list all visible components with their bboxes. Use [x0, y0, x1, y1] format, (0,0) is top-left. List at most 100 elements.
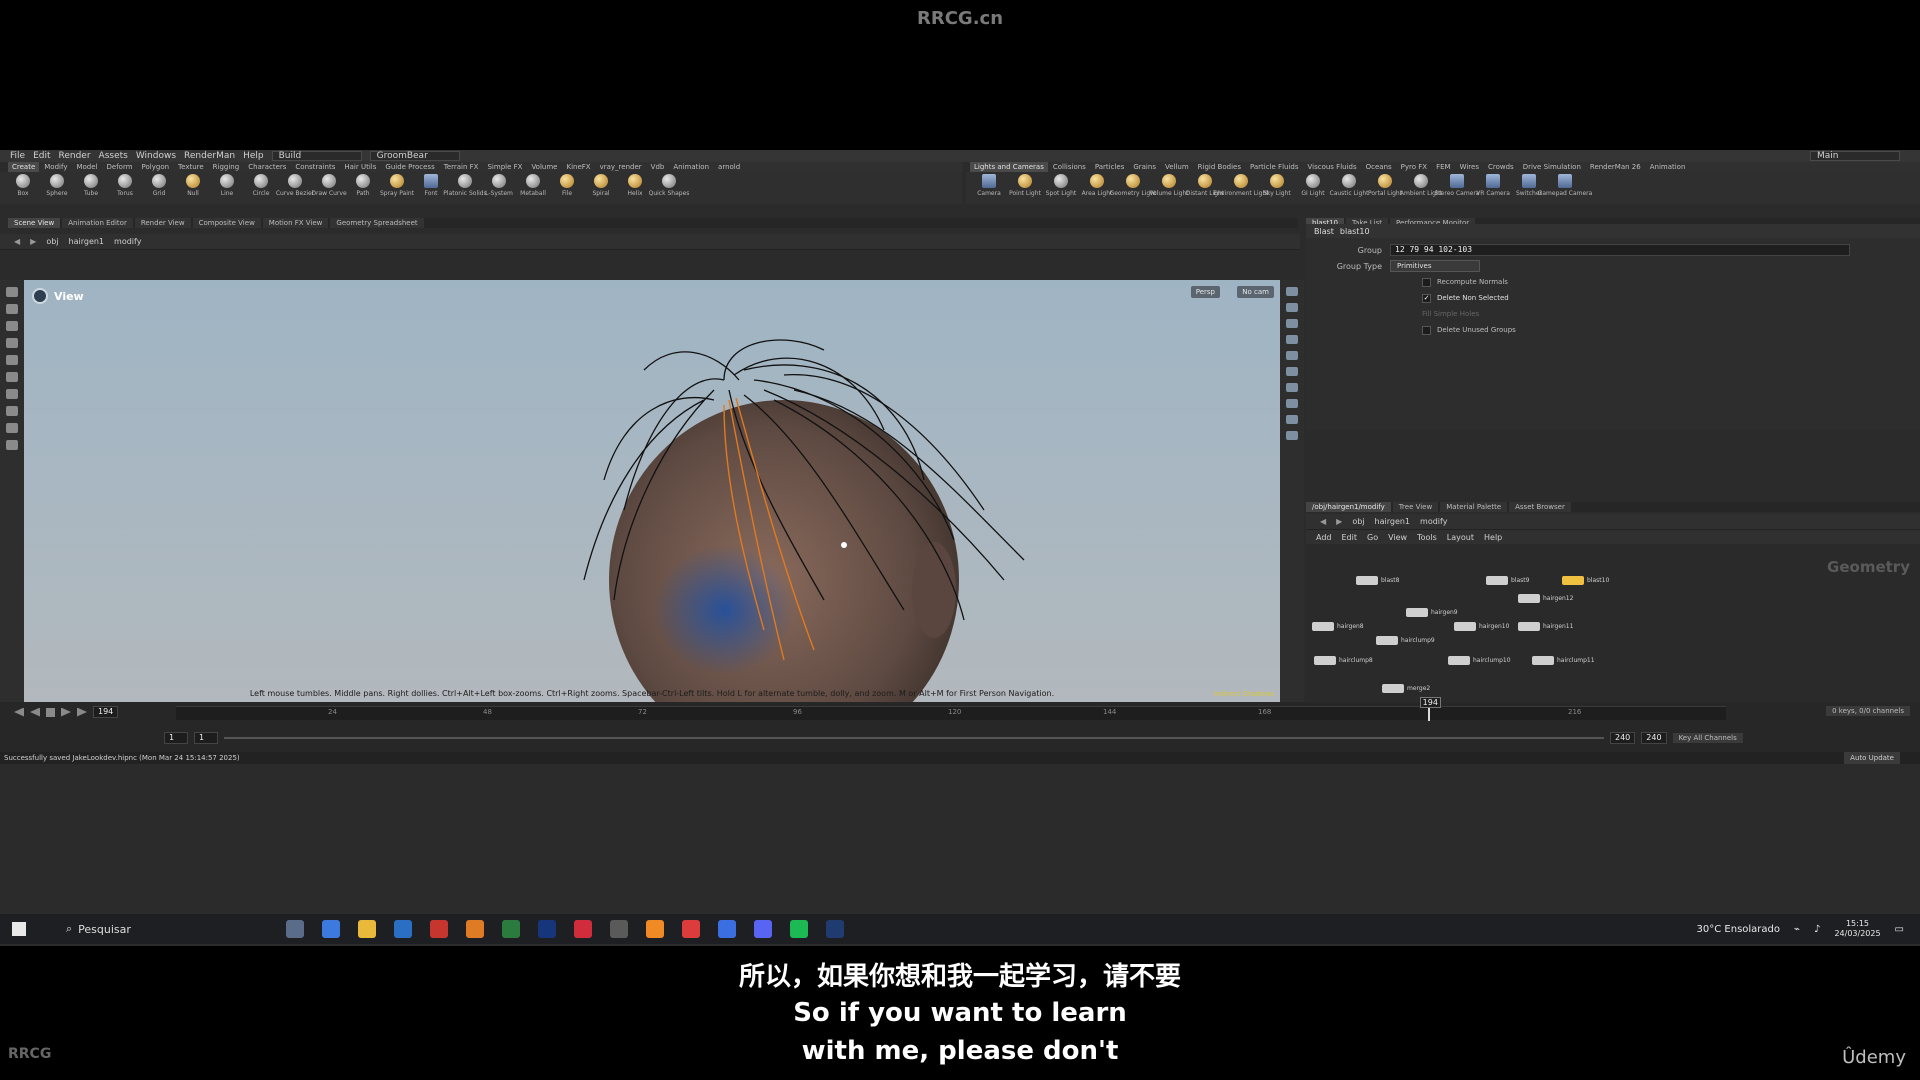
jump-start-icon[interactable]: [14, 708, 24, 717]
shelf-tab[interactable]: Wires: [1456, 162, 1483, 172]
shaded-icon[interactable]: [1286, 383, 1298, 392]
discord-icon[interactable]: [754, 920, 772, 938]
weather[interactable]: 30°C Ensolarado: [1697, 924, 1780, 935]
tool-file[interactable]: File: [552, 172, 582, 204]
back-arrow-icon[interactable]: ◀: [1320, 517, 1326, 526]
node-hairgen10[interactable]: hairgen10: [1454, 622, 1509, 631]
path-leaf[interactable]: modify: [114, 237, 141, 246]
blender-icon[interactable]: [646, 920, 664, 938]
scene-viewport[interactable]: View Persp No cam Left mouse tumbles. Mi…: [24, 280, 1280, 702]
app2-icon[interactable]: [682, 920, 700, 938]
tool-spot-light[interactable]: Spot Light: [1046, 172, 1076, 204]
net-menu-tools[interactable]: Tools: [1417, 533, 1437, 542]
task-view-icon[interactable]: [286, 920, 304, 938]
checkbox[interactable]: [1422, 277, 1431, 287]
start-frame-field-2[interactable]: 1: [194, 732, 218, 744]
shelf-tab[interactable]: arnold: [714, 162, 744, 172]
path-leaf[interactable]: modify: [1420, 517, 1447, 526]
shelf-tab[interactable]: RenderMan 26: [1586, 162, 1645, 172]
end-frame-field-2[interactable]: 240: [1641, 732, 1667, 744]
tool-gamepad-camera[interactable]: Gamepad Camera: [1538, 172, 1592, 204]
delete-non-selected-check[interactable]: ✓ Delete Non Selected: [1306, 290, 1920, 306]
scale-tool-icon[interactable]: [6, 338, 18, 348]
net-menu-help[interactable]: Help: [1484, 533, 1502, 542]
tab-composite-view[interactable]: Composite View: [192, 218, 261, 228]
shelf-tab[interactable]: Guide Process: [381, 162, 438, 172]
brush-tool-icon[interactable]: [6, 389, 18, 399]
tab-network[interactable]: /obj/hairgen1/modify: [1306, 502, 1391, 512]
shelf-tab[interactable]: Crowds: [1484, 162, 1518, 172]
tool-ambient-light[interactable]: Ambient Light: [1400, 172, 1442, 204]
tool-camera[interactable]: Camera: [974, 172, 1004, 204]
light-icon[interactable]: [1286, 303, 1298, 312]
shelf-tab[interactable]: Volume: [527, 162, 561, 172]
shelf-tab[interactable]: Grains: [1129, 162, 1160, 172]
tool-portal-light[interactable]: Portal Light: [1368, 172, 1402, 204]
shelf-tab[interactable]: Rigging: [209, 162, 244, 172]
shelf-tab[interactable]: Lights and Cameras: [970, 162, 1048, 172]
shelf-tab[interactable]: Texture: [174, 162, 208, 172]
tool-sphere[interactable]: Sphere: [42, 172, 72, 204]
jump-end-icon[interactable]: [77, 707, 87, 717]
tab-render-view[interactable]: Render View: [134, 218, 191, 228]
menu-file[interactable]: File: [10, 151, 25, 161]
node-hairgen8[interactable]: hairgen8: [1312, 622, 1364, 631]
tool-circle[interactable]: Circle: [246, 172, 276, 204]
node-blast9[interactable]: blast9: [1486, 576, 1529, 585]
shelf-tab[interactable]: vray_render: [596, 162, 646, 172]
shelf-tab[interactable]: Deform: [103, 162, 137, 172]
stop-icon[interactable]: [46, 707, 55, 717]
tool-box[interactable]: Box: [8, 172, 38, 204]
grid-icon[interactable]: [1286, 431, 1298, 440]
node-hairclump10[interactable]: hairclump10: [1448, 656, 1511, 665]
notification-icon[interactable]: ▭: [1895, 924, 1904, 935]
network-editor[interactable]: Add Edit Go View Tools Layout Help Geome…: [1306, 530, 1920, 702]
tab-motion-fx-view[interactable]: Motion FX View: [262, 218, 329, 228]
store-icon[interactable]: [394, 920, 412, 938]
rotate-tool-icon[interactable]: [6, 321, 18, 331]
tool-spiral[interactable]: Spiral: [586, 172, 616, 204]
shelf-tab[interactable]: Particle Fluids: [1246, 162, 1303, 172]
tool-environment-light[interactable]: Environment Light: [1213, 172, 1269, 204]
tool-platonic[interactable]: Platonic Solids: [443, 172, 487, 204]
tool-caustic-light[interactable]: Caustic Light: [1330, 172, 1369, 204]
tool-area-light[interactable]: Area Light: [1082, 172, 1112, 204]
photoshop-icon[interactable]: [826, 920, 844, 938]
back-arrow-icon[interactable]: ◀: [14, 237, 20, 246]
tool-helix[interactable]: Helix: [620, 172, 650, 204]
current-frame-field[interactable]: 194: [93, 706, 119, 718]
tool-metaball[interactable]: Metaball: [518, 172, 548, 204]
menu-assets[interactable]: Assets: [99, 151, 128, 161]
obs-icon[interactable]: [610, 920, 628, 938]
net-menu-view[interactable]: View: [1388, 533, 1407, 542]
context-select[interactable]: GroomBear: [369, 151, 460, 161]
start-frame-field[interactable]: 1: [164, 732, 188, 744]
browser-icon[interactable]: [322, 920, 340, 938]
range-slider[interactable]: [224, 737, 1604, 739]
display-option-icon[interactable]: [1286, 287, 1298, 296]
group-type-select[interactable]: Primitives: [1390, 260, 1480, 272]
node-name[interactable]: blast10: [1340, 227, 1370, 236]
timeline-track[interactable]: 24 48 72 96 120 144 168 216 194: [176, 697, 1726, 721]
camera-button[interactable]: No cam: [1237, 286, 1274, 298]
shelf-tab[interactable]: FEM: [1432, 162, 1455, 172]
shelf-tab[interactable]: Terrain FX: [440, 162, 483, 172]
volume-icon[interactable]: ♪: [1814, 924, 1820, 935]
net-menu-add[interactable]: Add: [1316, 533, 1332, 542]
shelf-tab[interactable]: Pyro FX: [1397, 162, 1431, 172]
path-node[interactable]: hairgen1: [69, 237, 105, 246]
tool-line[interactable]: Line: [212, 172, 242, 204]
menu-help[interactable]: Help: [243, 151, 264, 161]
net-menu-go[interactable]: Go: [1367, 533, 1378, 542]
shelf-tab[interactable]: Particles: [1091, 162, 1129, 172]
pose-tool-icon[interactable]: [6, 372, 18, 382]
snap-tool-icon[interactable]: [6, 440, 18, 450]
shelf-tab[interactable]: Collisions: [1049, 162, 1090, 172]
menu-edit[interactable]: Edit: [33, 151, 50, 161]
menu-render[interactable]: Render: [59, 151, 91, 161]
snapshot-icon[interactable]: [1286, 351, 1298, 360]
tool-quick-shapes[interactable]: Quick Shapes: [649, 172, 689, 204]
magnet-tool-icon[interactable]: [6, 406, 18, 416]
tab-tree-view[interactable]: Tree View: [1392, 502, 1439, 512]
node-hairclump9[interactable]: hairclump9: [1376, 636, 1435, 645]
